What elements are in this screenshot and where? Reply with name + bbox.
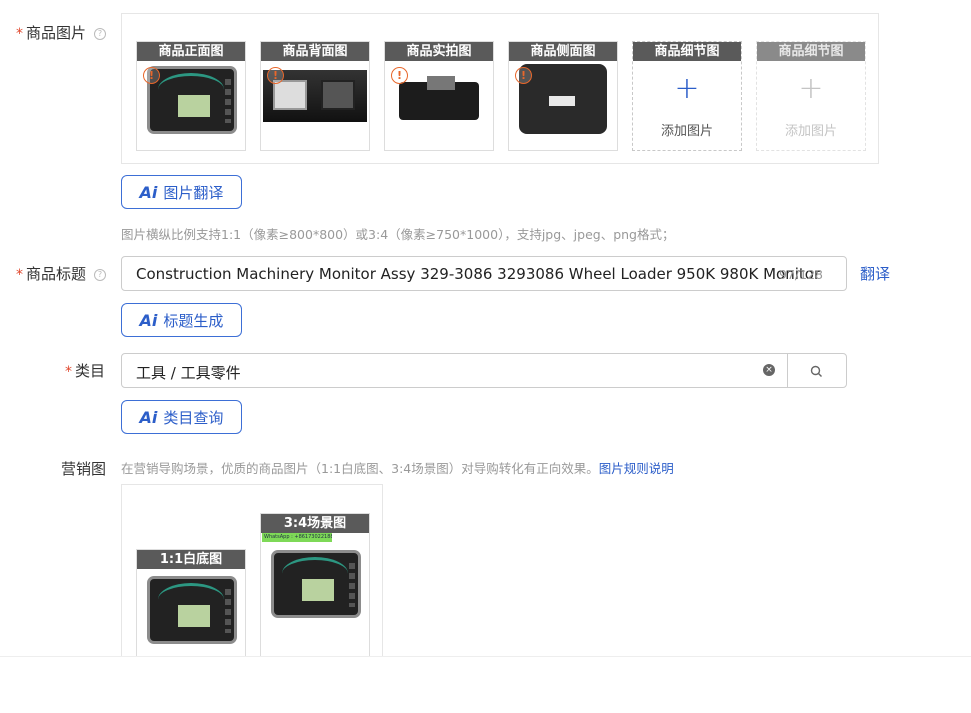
product-images-panel: 商品正面图 ! 商品背面图 ! 商品实拍图 ! 商品侧面图 ! 商品细节图 + … [121, 13, 879, 164]
ai-icon: Ai [139, 407, 158, 427]
product-images-label: * 商品图片? [16, 22, 107, 43]
category-value: 工具 / 工具零件 [136, 364, 241, 382]
ai-icon: Ai [139, 310, 158, 330]
thumb-caption: 1:1白底图 [137, 550, 245, 569]
category-query-button[interactable]: Ai 类目查询 [121, 400, 242, 434]
search-icon [810, 365, 822, 377]
monitor-image [271, 550, 361, 618]
warning-icon[interactable]: ! [515, 67, 532, 84]
device-back-image [519, 64, 607, 134]
marketing-label: 营销图 [61, 460, 107, 478]
translate-link[interactable]: 翻译 [860, 263, 890, 284]
thumb-caption: 商品正面图 [137, 42, 245, 61]
warning-icon[interactable]: ! [391, 67, 408, 84]
warning-icon[interactable]: ! [267, 67, 284, 84]
title-generate-button[interactable]: Ai 标题生成 [121, 303, 242, 337]
page-bottom-area [0, 656, 971, 713]
add-detail-image-button[interactable]: 商品细节图 + 添加图片 [632, 41, 742, 151]
product-title-input[interactable]: Construction Machinery Monitor Assy 329-… [121, 256, 847, 291]
add-image-text: 添加图片 [660, 124, 713, 139]
thumb-side[interactable]: 商品侧面图 ! [508, 41, 618, 151]
thumb-front[interactable]: 商品正面图 ! [136, 41, 246, 151]
marketing-square-image[interactable]: 1:1白底图 [136, 549, 246, 661]
whatsapp-watermark: WhatsApp : +8617302218825 [262, 533, 332, 542]
monitor-image [147, 576, 237, 644]
thumb-real[interactable]: 商品实拍图 ! [384, 41, 494, 151]
image-rules-link[interactable]: 图片规则说明 [599, 461, 674, 476]
thumb-caption: 商品侧面图 [509, 42, 617, 61]
category-label: * 类目 [65, 362, 106, 380]
monitor-image [147, 66, 237, 134]
add-detail-image-button-disabled: 商品细节图 + 添加图片 [756, 41, 866, 151]
question-icon[interactable]: ? [94, 268, 107, 281]
device-side-image [399, 76, 479, 120]
question-icon[interactable]: ? [94, 27, 107, 40]
image-hint: 图片横纵比例支持1:1（像素≥800*800）或3:4（像素≥750*1000）… [121, 227, 675, 242]
warning-icon[interactable]: ! [143, 67, 160, 84]
plus-icon: + [798, 71, 824, 106]
thumb-caption: 商品细节图 [633, 42, 741, 61]
marketing-hint: 在营销导购场景，优质的商品图片（1:1白底图、3:4场景图）对导购转化有正向效果… [121, 461, 674, 476]
thumb-caption: 3:4场景图 [261, 514, 369, 533]
product-title-label: * 商品标题? [16, 263, 107, 284]
marketing-images-panel: 1:1白底图 3:4场景图 WhatsApp : +8617302218825 [121, 484, 383, 664]
thumb-caption: 商品背面图 [261, 42, 369, 61]
thumb-back[interactable]: 商品背面图 ! [260, 41, 370, 151]
ai-icon: Ai [139, 182, 158, 202]
category-input[interactable]: 工具 / 工具零件 × [121, 353, 788, 388]
marketing-scene-image[interactable]: 3:4场景图 WhatsApp : +8617302218825 [260, 513, 370, 661]
char-count: 97/128 [779, 267, 823, 282]
category-search-button[interactable] [787, 353, 847, 388]
thumb-caption: 商品实拍图 [385, 42, 493, 61]
thumb-caption: 商品细节图 [757, 42, 865, 61]
image-translate-button[interactable]: Ai 图片翻译 [121, 175, 242, 209]
product-title-value: Construction Machinery Monitor Assy 329-… [136, 265, 821, 283]
plus-icon: + [674, 71, 700, 106]
add-image-text: 添加图片 [784, 124, 837, 139]
clear-icon[interactable]: × [763, 364, 775, 376]
